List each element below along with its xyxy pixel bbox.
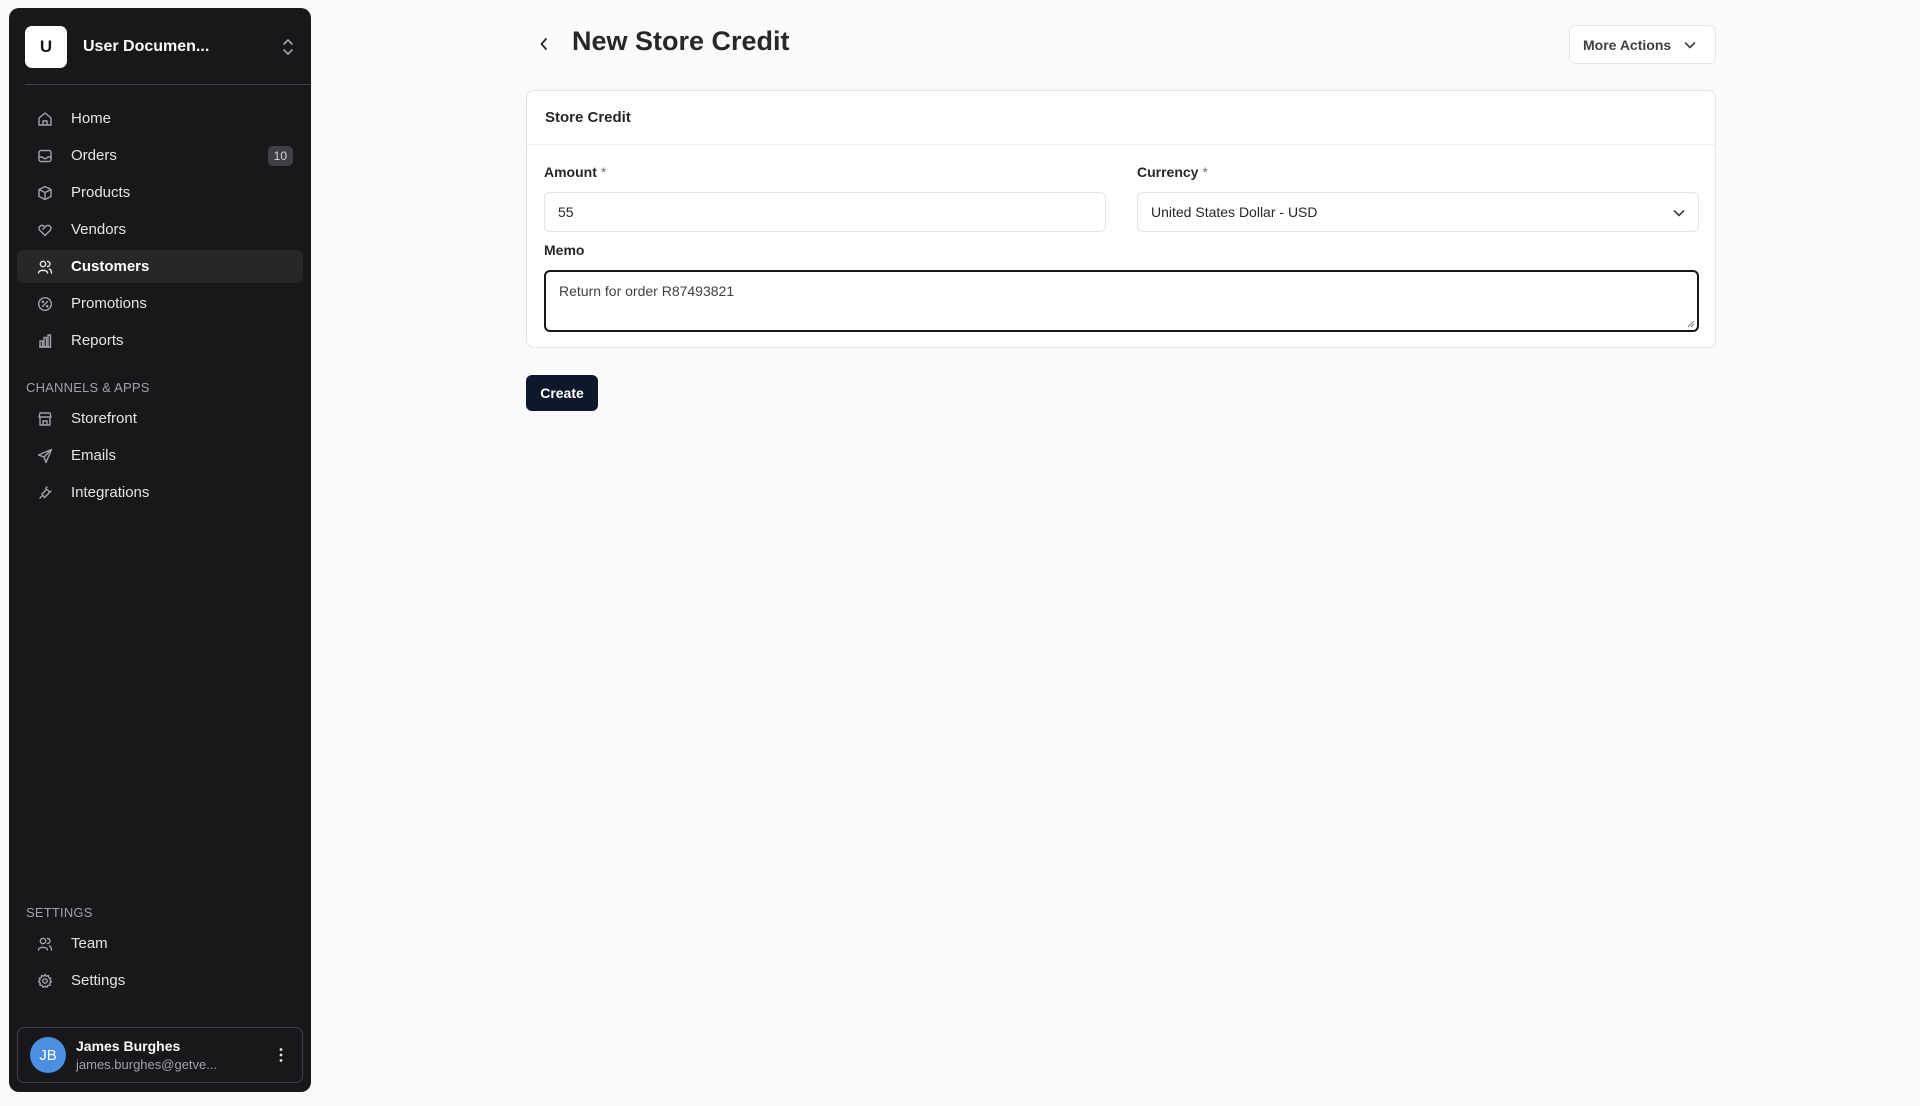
plug-icon [39, 485, 52, 499]
back-button[interactable] [533, 30, 555, 58]
sidebar-item-label: Products [71, 184, 131, 201]
store-name: User Documen... [83, 38, 210, 55]
required-mark: * [1202, 164, 1208, 180]
sidebar-item-label: Vendors [71, 221, 127, 238]
sidebar: U User Documen... Home Orders 10 Product… [9, 8, 311, 1092]
memo-textarea[interactable]: Return for order R87493821 [544, 270, 1699, 332]
home-icon [38, 111, 52, 126]
sidebar-item-promotions[interactable]: Promotions [17, 287, 303, 320]
more-actions-button[interactable]: More Actions [1569, 25, 1716, 64]
currency-value: United States Dollar - USD [1151, 204, 1318, 220]
card-title: Store Credit [527, 91, 1715, 145]
sidebar-item-label: Customers [71, 258, 150, 275]
orders-count-badge: 10 [267, 146, 293, 166]
gear-icon [37, 973, 53, 988]
sidebar-item-team[interactable]: Team [17, 927, 303, 960]
sidebar-item-settings[interactable]: Settings [17, 964, 303, 997]
sidebar-item-label: Team [71, 935, 108, 952]
amount-value: 55 [558, 204, 574, 220]
required-mark: * [600, 164, 607, 180]
amount-input[interactable]: 55 [544, 192, 1106, 232]
sidebar-item-emails[interactable]: Emails [17, 439, 303, 472]
sidebar-item-label: Home [71, 110, 112, 127]
box-icon [38, 185, 52, 200]
amount-label: Amount * [544, 164, 606, 180]
main-nav: Home Orders 10 Products Vendors Customer… [17, 102, 303, 361]
more-actions-label: More Actions [1583, 36, 1672, 53]
user-name: James Burghes [76, 1037, 181, 1054]
sidebar-item-label: Settings [71, 972, 126, 989]
users-icon [37, 937, 53, 951]
settings-nav: Team Settings [17, 927, 303, 1001]
sidebar-item-reports[interactable]: Reports [17, 324, 303, 357]
sidebar-item-label: Emails [71, 447, 117, 464]
store-icon [38, 411, 52, 426]
amount-label-text: Amount [544, 164, 597, 180]
bar-chart-icon [39, 333, 52, 348]
sidebar-item-customers[interactable]: Customers [17, 250, 303, 283]
sidebar-item-vendors[interactable]: Vendors [17, 213, 303, 246]
sidebar-item-integrations[interactable]: Integrations [17, 476, 303, 509]
currency-select[interactable]: United States Dollar - USD [1137, 192, 1699, 232]
store-avatar: U [25, 26, 67, 68]
chevron-left-icon [540, 38, 547, 50]
sidebar-item-storefront[interactable]: Storefront [17, 402, 303, 435]
currency-label-text: Currency [1137, 164, 1199, 180]
user-email: james.burghes@getve... [76, 1056, 218, 1072]
page-title: New Store Credit [572, 26, 790, 56]
sidebar-item-label: Orders [71, 147, 117, 164]
avatar: JB [30, 1037, 66, 1073]
channels-section-label: CHANNELS & APPS [26, 380, 150, 395]
sidebar-item-label: Reports [71, 332, 124, 349]
sidebar-item-label: Integrations [71, 484, 150, 501]
sidebar-item-products[interactable]: Products [17, 176, 303, 209]
memo-value: Return for order R87493821 [559, 283, 735, 299]
settings-section-label: SETTINGS [26, 905, 93, 920]
send-icon [37, 448, 53, 463]
chevron-down-icon [1673, 210, 1685, 217]
chevron-down-icon [1684, 41, 1696, 48]
create-button[interactable]: Create [526, 375, 598, 411]
sidebar-item-orders[interactable]: Orders 10 [17, 139, 303, 172]
sidebar-item-label: Storefront [71, 410, 137, 427]
store-credit-card: Store Credit Amount * 55 Currency * United… [526, 90, 1716, 348]
percent-badge-icon [37, 296, 53, 311]
chevron-up-down-icon [283, 39, 293, 55]
store-switcher[interactable]: U User Documen... [25, 24, 295, 70]
more-vertical-icon[interactable] [266, 1040, 296, 1070]
inbox-icon [38, 149, 52, 162]
sidebar-item-home[interactable]: Home [17, 102, 303, 135]
sidebar-item-label: Promotions [71, 295, 147, 312]
users-icon [37, 260, 53, 274]
user-menu[interactable]: JB James Burghes james.burghes@getve... [17, 1027, 303, 1083]
user-info: James Burghes james.burghes@getve... [76, 1037, 266, 1073]
sidebar-divider [25, 84, 311, 85]
resize-grip-icon[interactable] [1687, 320, 1695, 328]
memo-label: Memo [544, 242, 585, 258]
channels-nav: Storefront Emails Integrations [17, 402, 303, 513]
handshake-icon [38, 224, 52, 236]
currency-label: Currency * [1137, 164, 1208, 180]
